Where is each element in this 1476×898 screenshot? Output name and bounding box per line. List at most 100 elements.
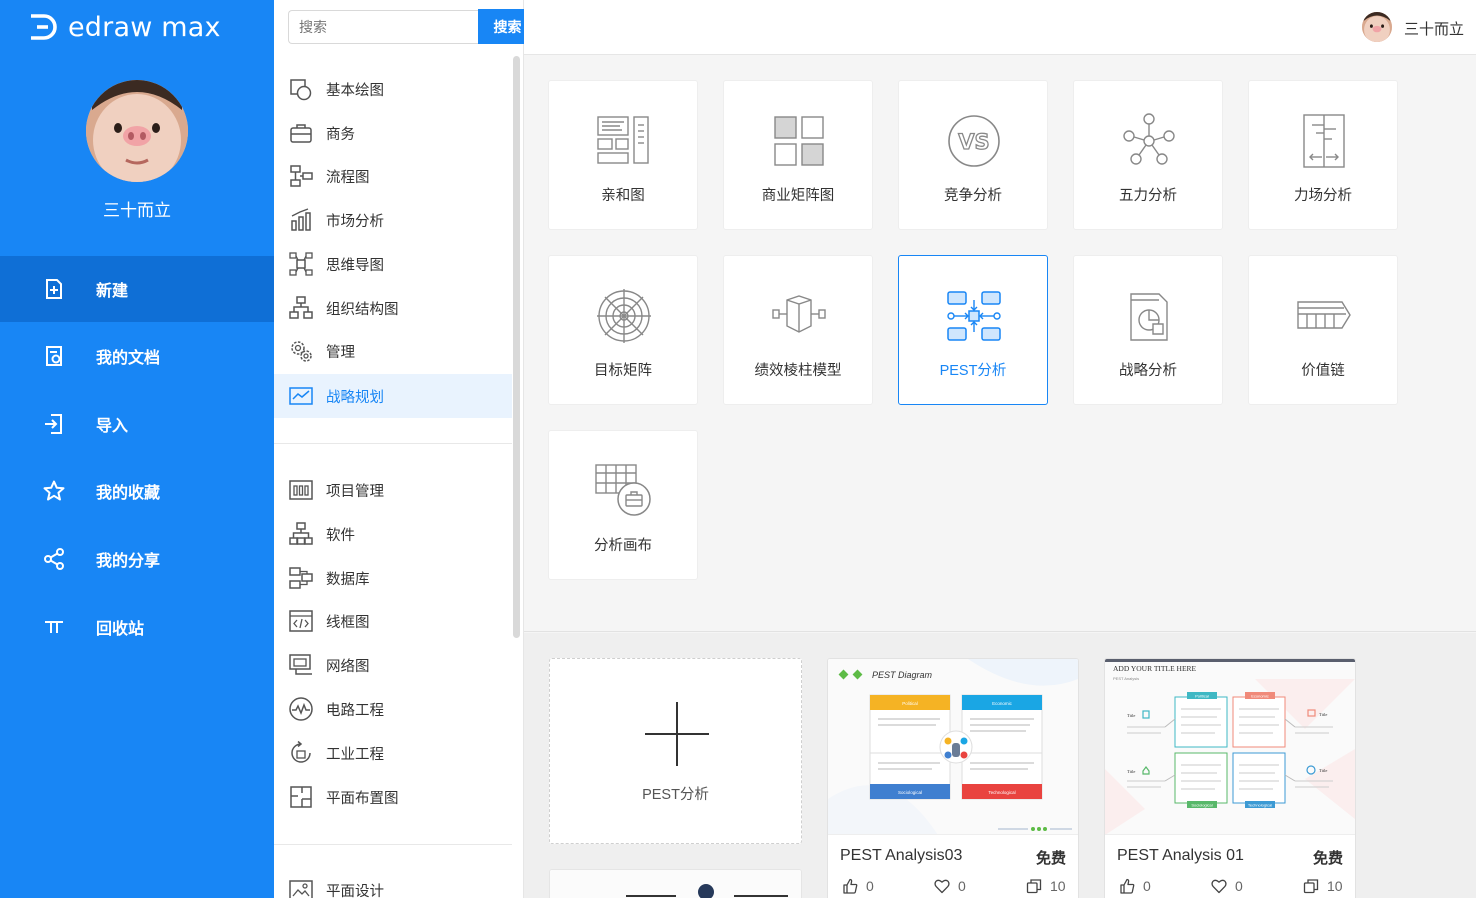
example-thumbnail: PEST Diagram Political Economic Sociolog… bbox=[828, 659, 1078, 835]
category-database[interactable]: 数据库 bbox=[274, 556, 512, 600]
code-window-icon bbox=[289, 610, 313, 632]
force-field-icon bbox=[1303, 114, 1345, 168]
category-label: 软件 bbox=[326, 527, 355, 544]
template-target-matrix[interactable]: 目标矩阵 bbox=[548, 255, 698, 405]
sidebar-item-my-share[interactable]: 我的分享 bbox=[0, 526, 274, 592]
bar-chart-icon bbox=[291, 208, 311, 231]
gantt-icon bbox=[289, 480, 313, 500]
template-label: 价值链 bbox=[1301, 363, 1345, 379]
category-label: 管理 bbox=[326, 344, 355, 361]
category-strategic-planning[interactable]: 战略规划 bbox=[274, 374, 512, 418]
network-monitor-icon bbox=[289, 654, 312, 675]
sidebar-item-my-documents[interactable]: 我的文档 bbox=[0, 323, 274, 389]
template-strategy-analysis[interactable]: 战略分析 bbox=[1073, 255, 1223, 405]
industrial-cycle-icon bbox=[291, 740, 311, 763]
category-software[interactable]: 软件 bbox=[274, 512, 512, 556]
star-icon bbox=[43, 480, 65, 501]
category-divider bbox=[274, 844, 512, 845]
copy-icon bbox=[1303, 879, 1319, 894]
template-label: 绩效棱柱模型 bbox=[754, 363, 842, 379]
example-price: 免费 bbox=[1035, 850, 1066, 867]
svg-text:Sociological: Sociological bbox=[898, 790, 922, 795]
main-sidebar: edraw max 三十而立 新建 我的文档 导入 我的收藏 我的分享 回收站 bbox=[0, 0, 274, 898]
category-divider bbox=[274, 443, 512, 444]
category-mind-map[interactable]: 思维导图 bbox=[274, 242, 512, 286]
svg-text:Technological: Technological bbox=[1248, 803, 1272, 808]
category-label: 工业工程 bbox=[326, 746, 384, 763]
sidebar-item-label: 我的文档 bbox=[96, 350, 161, 367]
template-force-field[interactable]: 力场分析 bbox=[1248, 80, 1398, 230]
copy-count[interactable]: 10 bbox=[1026, 878, 1066, 894]
category-scrollbar[interactable] bbox=[513, 56, 520, 638]
template-performance-prism[interactable]: 绩效棱柱模型 bbox=[723, 255, 873, 405]
category-network-diagram[interactable]: 网络图 bbox=[274, 643, 512, 687]
example-card-partial[interactable] bbox=[549, 869, 802, 898]
sidebar-item-label: 我的收藏 bbox=[96, 485, 161, 502]
vs-icon: VS bbox=[948, 115, 1000, 167]
template-label: 竞争分析 bbox=[944, 188, 1002, 204]
category-label: 平面布置图 bbox=[326, 790, 399, 807]
template-label: 商业矩阵图 bbox=[761, 188, 835, 204]
plus-icon bbox=[645, 702, 709, 766]
template-affinity-diagram[interactable]: 亲和图 bbox=[548, 80, 698, 230]
favorite-count-value: 0 bbox=[958, 878, 966, 894]
analysis-canvas-icon bbox=[595, 464, 651, 516]
category-industrial-engineering[interactable]: 工业工程 bbox=[274, 731, 512, 775]
heart-icon bbox=[934, 879, 950, 894]
sidebar-item-new[interactable]: 新建 bbox=[0, 256, 274, 322]
svg-text:VS: VS bbox=[958, 130, 989, 154]
category-basic-drawing[interactable]: 基本绘图 bbox=[274, 67, 512, 111]
app-logo[interactable]: edraw max bbox=[28, 10, 221, 44]
template-value-chain[interactable]: 价值链 bbox=[1248, 255, 1398, 405]
value-chain-icon bbox=[1297, 301, 1351, 329]
category-label: 数据库 bbox=[326, 571, 370, 588]
template-analysis-canvas[interactable]: 分析画布 bbox=[548, 430, 698, 580]
template-grid: 亲和图 商业矩阵图 VS 竞争分析 五力分析 力场分析 目标矩阵 绩效棱柱模型 … bbox=[524, 56, 1476, 632]
category-management[interactable]: 管理 bbox=[274, 329, 512, 373]
prism-icon bbox=[772, 295, 826, 333]
favorite-count[interactable]: 0 bbox=[934, 878, 966, 894]
app-logo-text: edraw max bbox=[68, 11, 221, 43]
category-circuit-engineering[interactable]: 电路工程 bbox=[274, 687, 512, 731]
new-blank-pest-card[interactable]: PEST分析 bbox=[549, 658, 802, 844]
target-matrix-icon bbox=[597, 289, 651, 343]
svg-text:Title: Title bbox=[1127, 713, 1135, 718]
favorite-count[interactable]: 0 bbox=[1211, 878, 1243, 894]
image-frame-icon bbox=[289, 880, 313, 898]
category-market-analysis[interactable]: 市场分析 bbox=[274, 198, 512, 242]
category-graphic-design[interactable]: 平面设计 bbox=[274, 868, 512, 898]
copy-count[interactable]: 10 bbox=[1303, 878, 1343, 894]
business-matrix-icon bbox=[774, 116, 824, 166]
header-username[interactable]: 三十而立 bbox=[1404, 18, 1464, 39]
template-label: 目标矩阵 bbox=[594, 363, 652, 379]
sidebar-item-recycle-bin[interactable]: 回收站 bbox=[0, 594, 274, 660]
category-business[interactable]: 商务 bbox=[274, 111, 512, 155]
category-label: 商务 bbox=[326, 126, 355, 143]
header-user-avatar[interactable] bbox=[1362, 12, 1392, 42]
like-count-value: 0 bbox=[1143, 878, 1151, 894]
sidebar-item-import[interactable]: 导入 bbox=[0, 391, 274, 457]
category-label: 市场分析 bbox=[326, 213, 384, 230]
category-wireframe[interactable]: 线框图 bbox=[274, 599, 512, 643]
svg-text:ADD YOUR TITLE HERE: ADD YOUR TITLE HERE bbox=[1113, 664, 1197, 673]
example-card-pest-analysis-03[interactable]: PEST Diagram Political Economic Sociolog… bbox=[827, 658, 1079, 898]
five-forces-icon bbox=[1123, 113, 1175, 165]
copy-count-value: 10 bbox=[1050, 878, 1066, 894]
template-pest-analysis[interactable]: PEST分析 bbox=[898, 255, 1048, 405]
category-floor-plan[interactable]: 平面布置图 bbox=[274, 775, 512, 819]
examples-area: PEST分析 PEST Diagram Political Economic S… bbox=[524, 633, 1476, 898]
template-business-matrix[interactable]: 商业矩阵图 bbox=[723, 80, 873, 230]
category-project-management[interactable]: 项目管理 bbox=[274, 468, 512, 512]
template-competitive-analysis[interactable]: VS 竞争分析 bbox=[898, 80, 1048, 230]
like-count[interactable]: 0 bbox=[842, 878, 874, 894]
sidebar-item-favorites[interactable]: 我的收藏 bbox=[0, 458, 274, 524]
category-label: 平面设计 bbox=[326, 883, 384, 898]
flowchart-icon bbox=[290, 165, 313, 187]
user-avatar[interactable] bbox=[86, 80, 188, 182]
template-five-forces[interactable]: 五力分析 bbox=[1073, 80, 1223, 230]
example-card-pest-analysis-01[interactable]: ADD YOUR TITLE HERE PEST Analysis Politi… bbox=[1104, 658, 1356, 898]
search-input[interactable] bbox=[288, 10, 478, 44]
like-count[interactable]: 0 bbox=[1119, 878, 1151, 894]
category-org-chart[interactable]: 组织结构图 bbox=[274, 286, 512, 330]
category-flowchart[interactable]: 流程图 bbox=[274, 154, 512, 198]
